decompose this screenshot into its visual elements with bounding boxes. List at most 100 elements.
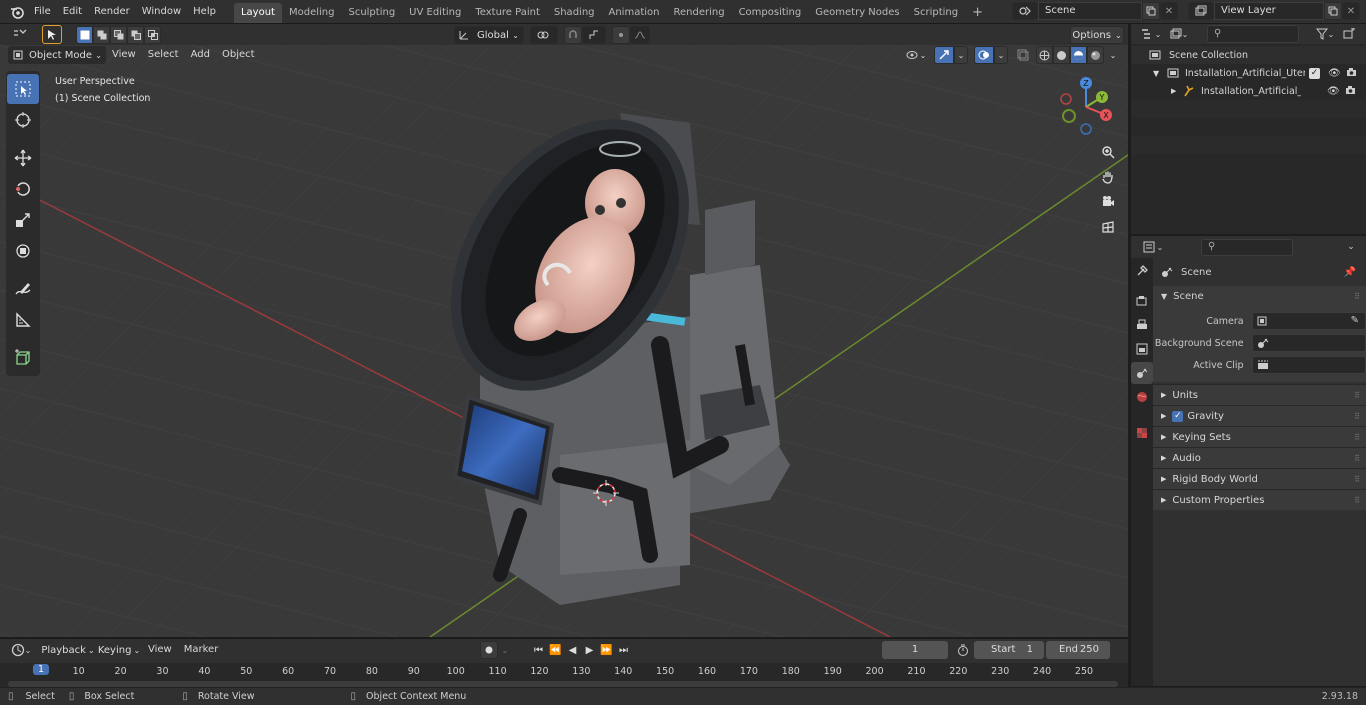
stopwatch-icon[interactable] <box>954 641 972 659</box>
camera-view-icon[interactable] <box>1097 191 1119 213</box>
pivot-point-dropdown[interactable] <box>530 26 558 44</box>
blender-logo-icon[interactable] <box>6 3 28 21</box>
options-dropdown[interactable]: Options ⌄ <box>1070 26 1124 44</box>
wireframe-shading-icon[interactable] <box>1036 46 1053 64</box>
current-frame-marker[interactable]: 1 <box>32 664 50 675</box>
tab-rendering[interactable]: Rendering <box>666 3 731 23</box>
drag-handle-icon[interactable]: ⠿ <box>1354 454 1360 463</box>
playback-menu[interactable]: Playback ⌄ <box>40 641 96 659</box>
tab-shading[interactable]: Shading <box>547 3 602 23</box>
cursor-tool-icon[interactable] <box>7 105 39 135</box>
camera-field[interactable]: ✎ <box>1251 312 1366 330</box>
world-tab-icon[interactable] <box>1131 386 1153 408</box>
eye-icon[interactable]: 👁 <box>1327 86 1340 97</box>
current-frame-field[interactable]: 1 <box>882 641 948 659</box>
outliner-scene-collection[interactable]: Scene Collection <box>1131 46 1366 64</box>
menu-window[interactable]: Window <box>136 0 187 24</box>
gizmo-dropdown-icon[interactable]: ⌄ <box>954 46 968 64</box>
keying-sets-subpanel[interactable]: ▶ Keying Sets ⠿ <box>1153 426 1366 447</box>
tool-settings-tab-icon[interactable] <box>1131 260 1153 282</box>
jump-end-icon[interactable]: ⏭ <box>615 641 632 659</box>
scene-panel-header[interactable]: ▼ Scene ⠿ <box>1153 286 1366 306</box>
menu-help[interactable]: Help <box>187 0 222 24</box>
scene-name-field[interactable]: Scene <box>1038 2 1142 20</box>
scene-tab-icon[interactable] <box>1131 362 1153 384</box>
menu-file[interactable]: File <box>28 0 57 24</box>
object-mode-dropdown[interactable]: Object Mode ⌄ <box>8 46 106 64</box>
viewport-menu-view[interactable]: View <box>106 46 142 64</box>
viewport-menu-object[interactable]: Object <box>216 46 261 64</box>
view-layer-browse-icon[interactable] <box>1188 2 1214 20</box>
pin-icon[interactable]: 📌 <box>1344 267 1356 278</box>
tab-geometry-nodes[interactable]: Geometry Nodes <box>808 3 906 23</box>
menu-edit[interactable]: Edit <box>57 0 88 24</box>
drag-handle-icon[interactable]: ⠿ <box>1354 475 1360 484</box>
eye-icon[interactable]: 👁 <box>1328 68 1341 79</box>
outliner-item-collection[interactable]: ▼ Installation_Artificial_Uterus_C ✓ 👁 <box>1131 64 1366 82</box>
select-mode-invert-icon[interactable] <box>127 26 144 44</box>
render-tab-icon[interactable] <box>1131 290 1153 312</box>
shading-dropdown-icon[interactable]: ⌄ <box>1106 46 1120 64</box>
exclude-checkbox[interactable]: ✓ <box>1309 68 1320 79</box>
tab-modeling[interactable]: Modeling <box>282 3 342 23</box>
proportional-falloff-icon[interactable] <box>630 26 650 44</box>
display-mode-icon[interactable]: ⌄ <box>1165 25 1193 43</box>
new-scene-icon[interactable] <box>1142 2 1160 20</box>
outliner-search-input[interactable]: ⚲ <box>1207 25 1299 43</box>
menu-render[interactable]: Render <box>88 0 136 24</box>
viewport-menu-add[interactable]: Add <box>185 46 216 64</box>
snap-target-dropdown[interactable] <box>582 26 606 44</box>
tab-sculpting[interactable]: Sculpting <box>341 3 402 23</box>
scale-tool-icon[interactable] <box>7 205 39 235</box>
select-mode-intersect-icon[interactable] <box>144 26 161 44</box>
add-cube-tool-icon[interactable] <box>7 343 39 373</box>
drag-handle-icon[interactable]: ⠿ <box>1354 412 1360 421</box>
outliner-editor-type-icon[interactable]: ⌄ <box>1137 25 1165 43</box>
tab-layout[interactable]: Layout <box>233 2 282 23</box>
tab-uv-editing[interactable]: UV Editing <box>402 3 468 23</box>
record-icon[interactable] <box>480 641 498 659</box>
expand-arrow-icon[interactable]: ▶ <box>1171 87 1181 95</box>
delete-scene-icon[interactable]: ✕ <box>1160 2 1178 20</box>
tab-animation[interactable]: Animation <box>602 3 667 23</box>
rendered-shading-icon[interactable] <box>1087 46 1104 64</box>
texture-tab-icon[interactable] <box>1131 422 1153 444</box>
navigation-gizmo[interactable]: Z Y X <box>1055 73 1121 139</box>
properties-search-input[interactable]: ⚲ <box>1201 238 1293 256</box>
play-reverse-icon[interactable]: ◀ <box>564 641 581 659</box>
editor-type-icon[interactable] <box>6 26 36 44</box>
timeline-menu-view[interactable]: View <box>142 641 178 659</box>
output-tab-icon[interactable] <box>1131 314 1153 336</box>
outliner-item-object[interactable]: ▶ Installation_Artificial_Uter 👁 <box>1131 82 1366 100</box>
expand-arrow-icon[interactable]: ▼ <box>1153 69 1163 78</box>
material-shading-icon[interactable] <box>1070 46 1087 64</box>
solid-shading-icon[interactable] <box>1053 46 1070 64</box>
gravity-checkbox[interactable]: ✓ <box>1172 410 1184 422</box>
jump-keyframe-back-icon[interactable]: ⏪ <box>547 641 564 659</box>
view-layer-tab-icon[interactable] <box>1131 338 1153 360</box>
visibility-dropdown-icon[interactable]: ⌄ <box>902 46 930 64</box>
transform-tool-icon[interactable] <box>7 236 39 266</box>
active-clip-field[interactable] <box>1251 356 1366 374</box>
overlay-toggle-icon[interactable] <box>974 46 994 64</box>
timeline-menu-marker[interactable]: Marker <box>178 641 225 659</box>
drag-handle-icon[interactable]: ⠿ <box>1354 391 1360 400</box>
proportional-edit-icon[interactable] <box>612 26 630 44</box>
xray-toggle-icon[interactable] <box>1014 46 1032 64</box>
camera-render-icon[interactable] <box>1346 67 1357 80</box>
play-icon[interactable]: ▶ <box>581 641 598 659</box>
properties-options-icon[interactable]: ⌄ <box>1342 238 1360 256</box>
delete-view-layer-icon[interactable]: ✕ <box>1342 2 1360 20</box>
gravity-subpanel[interactable]: ▶ ✓ Gravity ⠿ <box>1153 405 1366 426</box>
select-mode-subtract-icon[interactable] <box>110 26 127 44</box>
select-box-tool-icon[interactable] <box>7 74 39 104</box>
measure-tool-icon[interactable] <box>7 305 39 335</box>
units-subpanel[interactable]: ▶ Units ⠿ <box>1153 384 1366 405</box>
overlay-dropdown-icon[interactable]: ⌄ <box>994 46 1008 64</box>
gizmo-toggle-icon[interactable] <box>934 46 954 64</box>
record-options-icon[interactable]: ⌄ <box>498 641 512 659</box>
pan-hand-icon[interactable] <box>1097 166 1119 188</box>
zoom-icon[interactable] <box>1097 141 1119 163</box>
rotate-tool-icon[interactable] <box>7 174 39 204</box>
select-mode-extend-icon[interactable] <box>93 26 110 44</box>
